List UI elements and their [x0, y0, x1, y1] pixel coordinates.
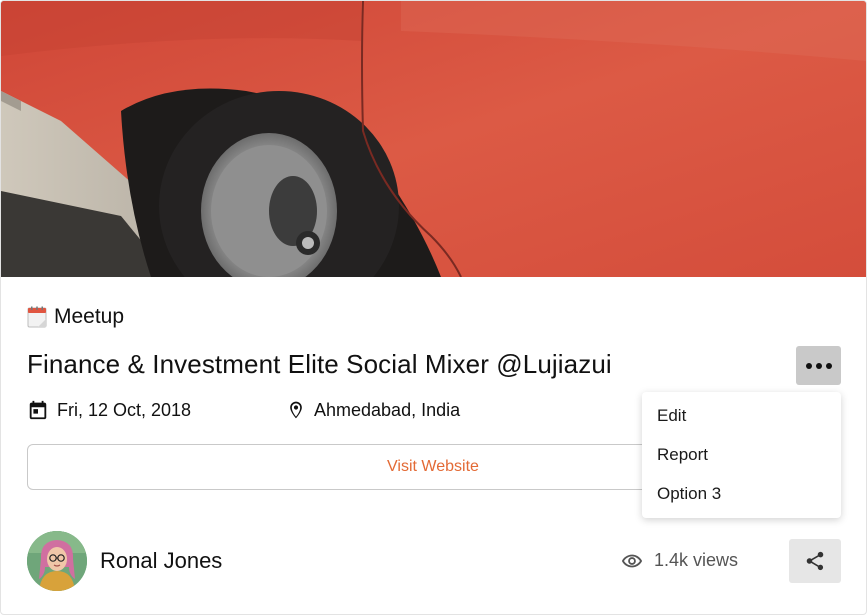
avatar[interactable]	[27, 531, 87, 591]
view-count-text: 1.4k views	[654, 550, 739, 570]
menu-item-edit[interactable]: Edit	[642, 396, 841, 435]
eye-icon	[621, 554, 643, 567]
options-dropdown: Edit Report Option 3	[642, 392, 841, 518]
event-cover-image	[1, 1, 866, 277]
view-count: 1.4k views	[621, 550, 738, 571]
event-date: Fri, 12 Oct, 2018	[27, 399, 191, 421]
more-horizontal-icon	[805, 362, 812, 369]
share-button[interactable]	[789, 539, 841, 583]
more-options-button[interactable]	[796, 346, 841, 385]
event-location: Ahmedabad, India	[286, 399, 460, 421]
location-pin-icon	[290, 401, 302, 419]
author-name[interactable]: Ronal Jones	[100, 548, 222, 574]
calendar-icon	[29, 400, 47, 420]
calendar-emoji-icon	[27, 306, 47, 328]
category-label: Meetup	[54, 305, 125, 328]
event-location-text: Ahmedabad, India	[314, 399, 461, 420]
event-category: Meetup	[27, 305, 124, 329]
menu-item-report[interactable]: Report	[642, 435, 841, 474]
share-icon	[806, 551, 824, 571]
menu-item-option-3[interactable]: Option 3	[642, 474, 841, 513]
event-card: Meetup Finance & Investment Elite Social…	[0, 0, 867, 615]
event-date-text: Fri, 12 Oct, 2018	[57, 399, 192, 420]
event-title: Finance & Investment Elite Social Mixer …	[27, 349, 612, 379]
